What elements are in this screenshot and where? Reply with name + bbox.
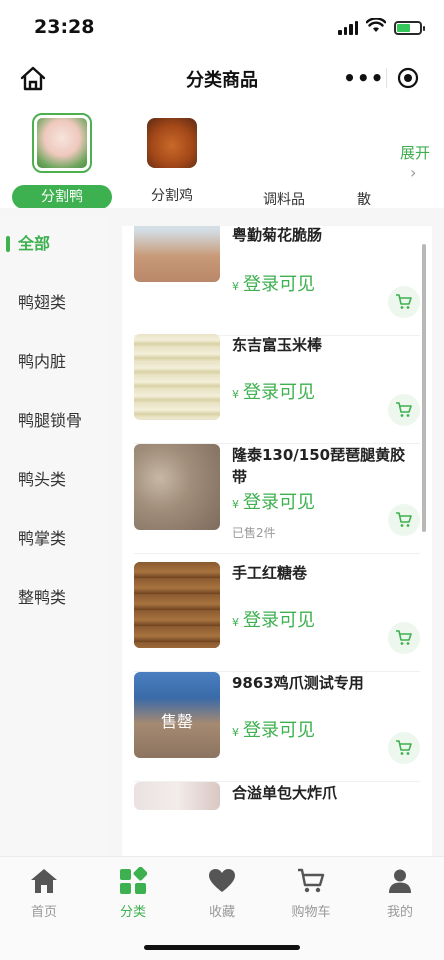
sold-count: 已售2件 [232, 526, 276, 540]
nav-bar: 分类商品 ••• [0, 52, 444, 106]
chevron-right-icon: › [410, 163, 417, 182]
add-to-cart-button[interactable] [388, 622, 420, 654]
category-item-bulk[interactable]: 散 [334, 110, 394, 212]
category-item-seasoning[interactable]: 调料品 [234, 110, 334, 212]
sidebar-item-duck-offal[interactable]: 鸭内脏 [0, 334, 110, 393]
product-name: 粤勤菊花脆肠 [232, 226, 323, 244]
product-name: 合溢单包大炸爪 [232, 784, 338, 802]
category-label: 分割鸭 [12, 185, 112, 209]
target-icon [398, 67, 419, 89]
sidebar-item-whole-duck[interactable]: 整鸭类 [0, 570, 110, 629]
add-to-cart-button[interactable] [388, 394, 420, 426]
product-image [134, 782, 220, 810]
product-image [134, 562, 220, 648]
product-image [134, 334, 220, 420]
product-card[interactable]: 合溢单包大炸爪 [134, 782, 420, 856]
category-thumbnail [147, 118, 197, 168]
product-price: ¥ 登录可见 [232, 274, 315, 295]
battery-icon [394, 20, 425, 35]
user-icon [356, 865, 444, 897]
more-button[interactable]: ••• [342, 66, 386, 90]
sidebar-item-all[interactable]: 全部 [0, 216, 110, 275]
add-to-cart-button[interactable] [388, 286, 420, 318]
cart-icon [396, 740, 412, 755]
add-to-cart-button[interactable] [388, 504, 420, 536]
cart-icon [396, 512, 412, 527]
product-card[interactable]: 东吉富玉米棒 ¥ 登录可见 [134, 334, 420, 444]
category-item-duck-parts[interactable]: 分割鸭 [12, 110, 112, 209]
product-price: ¥ 登录可见 [232, 382, 315, 403]
tab-home[interactable]: 首页 [0, 865, 88, 920]
category-strip: 分割鸭 分割鸡 调料品 散 展开 › [0, 110, 444, 209]
tab-label: 收藏 [208, 905, 235, 920]
tab-label: 分类 [119, 905, 146, 920]
product-card[interactable]: 售罄 9863鸡爪测试专用 ¥ 登录可见 [134, 672, 420, 782]
cart-icon [267, 865, 355, 897]
tab-profile[interactable]: 我的 [356, 865, 444, 920]
sidebar-item-duck-heads[interactable]: 鸭头类 [0, 452, 110, 511]
sidebar-item-duck-wings[interactable]: 鸭翅类 [0, 275, 110, 334]
home-icon [0, 865, 88, 897]
tab-label: 我的 [386, 905, 413, 920]
heart-icon [178, 865, 266, 897]
category-item-chicken-parts[interactable]: 分割鸡 [122, 110, 222, 208]
category-label: 分割鸡 [151, 188, 193, 204]
wifi-icon [365, 17, 387, 37]
product-price: ¥ 登录可见 [232, 720, 315, 741]
close-miniapp-button[interactable] [386, 67, 430, 89]
tab-cart[interactable]: 购物车 [267, 865, 355, 920]
sidebar-item-duck-legs[interactable]: 鸭腿锁骨 [0, 393, 110, 452]
product-name: 手工红糖卷 [232, 564, 308, 582]
tab-label: 首页 [30, 905, 57, 920]
tab-category[interactable]: 分类 [89, 865, 177, 920]
product-image [134, 444, 220, 530]
section-divider [0, 208, 444, 216]
expand-categories-button[interactable]: 展开 › [400, 142, 444, 182]
expand-label: 展开 [400, 144, 431, 162]
product-name: 隆泰130/150琵琶腿黄胶带 [232, 446, 406, 486]
status-bar: 23:28 [0, 0, 444, 52]
product-card[interactable]: 粤勤菊花脆肠 ¥ 登录可见 [134, 226, 420, 336]
subcategory-sidebar: 全部 鸭翅类 鸭内脏 鸭腿锁骨 鸭头类 鸭掌类 整鸭类 [0, 216, 110, 856]
product-price: ¥ 登录可见 [232, 610, 315, 631]
product-image: 售罄 [134, 672, 220, 758]
product-image [134, 226, 220, 282]
home-indicator [144, 945, 300, 950]
product-price: ¥ 登录可见 [232, 492, 315, 513]
product-name: 9863鸡爪测试专用 [232, 674, 364, 692]
add-to-cart-button[interactable] [388, 732, 420, 764]
tab-label: 购物车 [291, 905, 331, 920]
category-icon [89, 865, 177, 897]
status-time: 23:28 [34, 16, 95, 38]
product-name: 东吉富玉米棒 [232, 336, 323, 354]
product-card[interactable]: 手工红糖卷 ¥ 登录可见 [134, 562, 420, 672]
sold-out-overlay: 售罄 [160, 712, 193, 731]
product-card[interactable]: 隆泰130/150琵琶腿黄胶带 ¥ 登录可见 已售2件 [134, 444, 420, 554]
tab-favorites[interactable]: 收藏 [178, 865, 266, 920]
product-list-container: 粤勤菊花脆肠 ¥ 登录可见 东吉富玉米棒 ¥ 登录可见 隆泰130/150琵琶腿黄胶… [110, 216, 444, 856]
sidebar-item-duck-feet[interactable]: 鸭掌类 [0, 511, 110, 570]
signal-icon [338, 20, 358, 35]
product-list[interactable]: 粤勤菊花脆肠 ¥ 登录可见 东吉富玉米棒 ¥ 登录可见 隆泰130/150琵琶腿黄胶… [122, 226, 432, 856]
cart-icon [396, 402, 412, 417]
list-scrollbar[interactable] [422, 244, 426, 532]
cart-icon [396, 630, 412, 645]
bottom-tab-bar: 首页 分类 收藏 购物车 我的 [0, 856, 444, 960]
cart-icon [396, 294, 412, 309]
miniapp-capsule: ••• [342, 60, 430, 96]
status-icons [338, 17, 425, 37]
category-thumbnail [32, 113, 92, 173]
